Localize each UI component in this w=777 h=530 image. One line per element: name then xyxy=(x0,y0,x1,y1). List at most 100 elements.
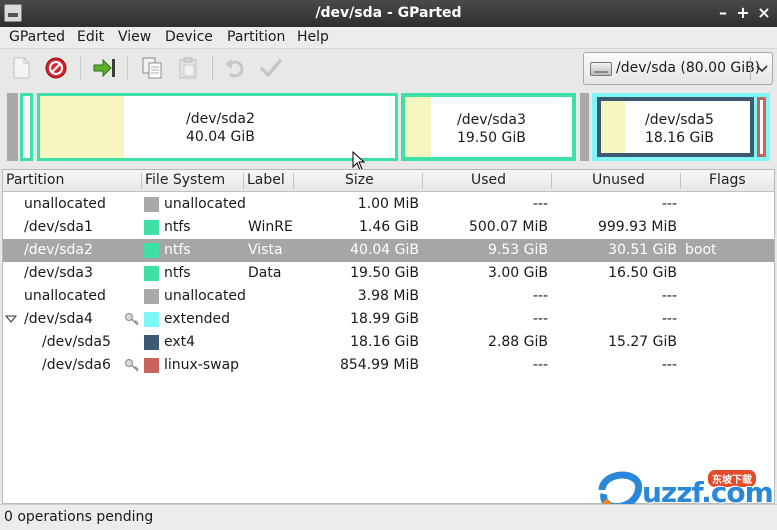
maximize-button[interactable]: + xyxy=(734,4,752,22)
cell-partition: /dev/sda5 xyxy=(42,334,111,350)
delete-icon[interactable] xyxy=(43,55,69,81)
window-title: /dev/sda - GParted xyxy=(315,5,462,21)
resize-move-icon[interactable] xyxy=(91,55,117,81)
fs-color-swatch xyxy=(144,220,159,235)
cell-file-system: ntfs xyxy=(164,265,191,281)
cell-size: 1.46 GiB xyxy=(359,219,419,235)
fs-color-swatch xyxy=(144,197,159,212)
menu-bar: GParted Edit View Device Partition Help xyxy=(0,27,777,49)
column-separator xyxy=(680,173,681,189)
table-row-selected[interactable]: /dev/sda2 ntfs Vista 40.04 GiB 9.53 GiB … xyxy=(3,239,774,262)
map-sda3-text: /dev/sda3 19.50 GiB xyxy=(457,111,526,147)
undo-icon[interactable] xyxy=(222,55,248,81)
cell-file-system: ext4 xyxy=(164,334,196,350)
cell-used: --- xyxy=(532,288,548,304)
column-header-file-system[interactable]: File System xyxy=(145,172,225,188)
map-partition-sda6[interactable] xyxy=(757,97,766,157)
cell-used: 9.53 GiB xyxy=(488,242,548,258)
map-unallocated-1[interactable] xyxy=(7,93,18,161)
cell-partition: /dev/sda3 xyxy=(24,265,93,281)
map-sda2-text: /dev/sda2 40.04 GiB xyxy=(186,110,255,146)
key-icon xyxy=(124,311,140,327)
table-header: Partition File System Label Size Used Un… xyxy=(3,170,774,192)
table-row[interactable]: /dev/sda4 extended 18.99 GiB --- --- xyxy=(3,308,774,331)
column-separator xyxy=(141,173,142,189)
cell-partition: /dev/sda1 xyxy=(24,219,93,235)
column-header-label[interactable]: Label xyxy=(247,172,285,188)
menu-help[interactable]: Help xyxy=(297,29,329,47)
menu-gparted[interactable]: GParted xyxy=(9,29,65,47)
cell-file-system: unallocated xyxy=(164,196,246,212)
map-partition-sda4[interactable]: /dev/sda5 18.16 GiB xyxy=(592,93,770,161)
column-header-unused[interactable]: Unused xyxy=(592,172,645,188)
cell-unused: 30.51 GiB xyxy=(608,242,677,258)
cell-partition: unallocated xyxy=(24,288,106,304)
column-separator xyxy=(243,173,244,189)
cell-size: 18.99 GiB xyxy=(350,311,419,327)
cell-file-system: ntfs xyxy=(164,219,191,235)
cell-size: 3.98 MiB xyxy=(357,288,419,304)
map-sda5-text: /dev/sda5 18.16 GiB xyxy=(645,111,714,147)
map-sda5-used xyxy=(601,101,625,153)
map-partition-sda1[interactable] xyxy=(20,93,33,161)
cell-unused: --- xyxy=(661,196,677,212)
column-header-partition[interactable]: Partition xyxy=(6,172,64,188)
partition-map: /dev/sda2 40.04 GiB /dev/sda3 19.50 GiB … xyxy=(0,87,777,171)
hard-disk-icon xyxy=(590,62,612,76)
map-partition-sda3[interactable]: /dev/sda3 19.50 GiB xyxy=(401,93,576,161)
status-text: 0 operations pending xyxy=(4,509,154,525)
cell-unused: 999.93 MiB xyxy=(597,219,677,235)
table-row[interactable]: /dev/sda1 ntfs WinRE 1.46 GiB 500.07 MiB… xyxy=(3,216,774,239)
table-row[interactable]: unallocated unallocated 3.98 MiB --- --- xyxy=(3,285,774,308)
cell-used: 3.00 GiB xyxy=(488,265,548,281)
status-bar: 0 operations pending xyxy=(0,504,777,530)
map-sda5-name: /dev/sda5 xyxy=(645,112,714,128)
new-partition-icon[interactable] xyxy=(8,55,34,81)
minimize-button[interactable]: – xyxy=(714,4,732,22)
cell-partition: unallocated xyxy=(24,196,106,212)
cell-label: Vista xyxy=(248,242,283,258)
cell-flags: boot xyxy=(685,242,717,258)
map-partition-sda5[interactable]: /dev/sda5 18.16 GiB xyxy=(597,97,754,157)
menu-view[interactable]: View xyxy=(118,29,151,47)
fs-color-swatch xyxy=(144,266,159,281)
map-unallocated-2[interactable] xyxy=(580,93,589,161)
menu-partition[interactable]: Partition xyxy=(227,29,285,47)
cell-used: 500.07 MiB xyxy=(468,219,548,235)
map-sda3-size: 19.50 GiB xyxy=(457,130,526,146)
cell-partition: /dev/sda4 xyxy=(24,311,93,327)
menu-device[interactable]: Device xyxy=(165,29,213,47)
combo-separator xyxy=(750,57,751,80)
fs-color-swatch xyxy=(144,358,159,373)
gparted-window: /dev/sda - GParted – + × GParted Edit Vi… xyxy=(0,0,777,530)
map-sda5-size: 18.16 GiB xyxy=(645,130,714,146)
cell-size: 18.16 GiB xyxy=(350,334,419,350)
paste-icon[interactable] xyxy=(175,55,201,81)
table-row[interactable]: /dev/sda3 ntfs Data 19.50 GiB 3.00 GiB 1… xyxy=(3,262,774,285)
column-header-size[interactable]: Size xyxy=(345,172,374,188)
cell-partition: /dev/sda2 xyxy=(24,242,93,258)
device-selector[interactable]: /dev/sda (80.00 GiB) xyxy=(583,52,773,85)
cell-used: --- xyxy=(532,357,548,373)
cell-file-system: extended xyxy=(164,311,231,327)
table-row[interactable]: unallocated unallocated 1.00 MiB --- --- xyxy=(3,193,774,216)
table-row[interactable]: /dev/sda6 linux-swap 854.99 MiB --- --- xyxy=(3,354,774,377)
column-header-flags[interactable]: Flags xyxy=(709,172,746,188)
menu-edit[interactable]: Edit xyxy=(77,29,104,47)
cell-unused: 15.27 GiB xyxy=(608,334,677,350)
cell-file-system: linux-swap xyxy=(164,357,240,373)
fs-color-swatch xyxy=(144,335,159,350)
close-button[interactable]: × xyxy=(755,4,773,22)
table-row[interactable]: /dev/sda5 ext4 18.16 GiB 2.88 GiB 15.27 … xyxy=(3,331,774,354)
column-header-used[interactable]: Used xyxy=(471,172,506,188)
cell-file-system: ntfs xyxy=(164,242,191,258)
cell-used: 2.88 GiB xyxy=(488,334,548,350)
map-partition-sda2[interactable]: /dev/sda2 40.04 GiB xyxy=(37,93,398,161)
expander-triangle-icon[interactable] xyxy=(4,313,18,325)
title-bar[interactable]: /dev/sda - GParted – + × xyxy=(0,0,777,27)
copy-icon[interactable] xyxy=(139,55,165,81)
cell-unused: --- xyxy=(661,311,677,327)
apply-icon[interactable] xyxy=(258,55,284,81)
cell-unused: --- xyxy=(661,288,677,304)
map-sda3-used xyxy=(405,97,431,157)
